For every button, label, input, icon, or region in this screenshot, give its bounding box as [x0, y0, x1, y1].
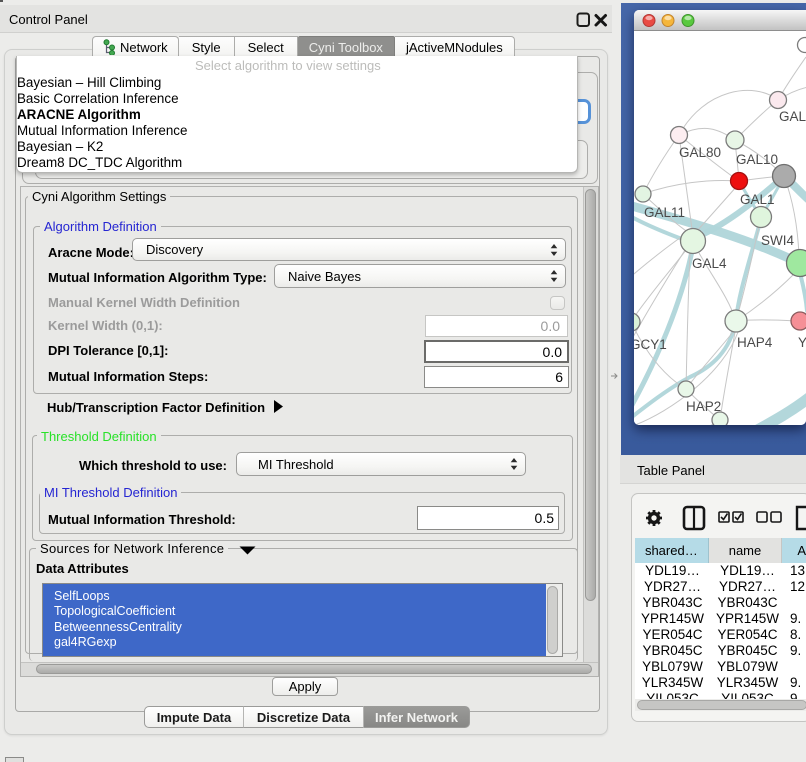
- svg-text:HAP4: HAP4: [737, 335, 773, 350]
- svg-text:SWI4: SWI4: [761, 233, 794, 248]
- svg-text:YE: YE: [798, 335, 806, 350]
- svg-text:GAL4: GAL4: [692, 256, 727, 271]
- svg-text:HAP2: HAP2: [686, 399, 721, 414]
- svg-text:GCY1: GCY1: [634, 337, 667, 352]
- svg-text:GAL11: GAL11: [644, 205, 685, 220]
- svg-text:GAL2: GAL2: [779, 109, 806, 124]
- svg-text:GAL10: GAL10: [736, 152, 778, 167]
- svg-text:GAL80: GAL80: [679, 145, 721, 160]
- svg-text:GAL1: GAL1: [740, 192, 775, 207]
